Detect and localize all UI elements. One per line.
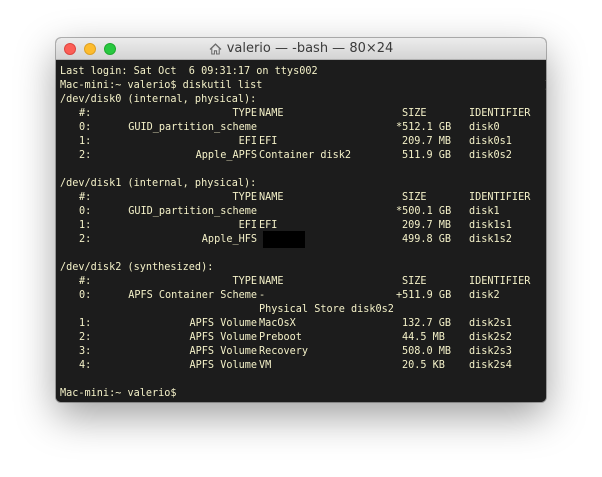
partition-row: 0: GUID_partition_scheme *500.1 GB disk1 — [60, 205, 542, 219]
partition-num: 2: — [79, 234, 92, 245]
partition-row: 2: Apple_HFS 499.8 GB disk1s2 — [60, 231, 542, 248]
partition-name: EFI — [259, 136, 278, 147]
partition-type: GUID_partition_scheme — [128, 206, 257, 217]
header-name: NAME — [259, 108, 284, 119]
partition-type: APFS Volume — [189, 360, 257, 371]
partition-type: APFS Volume — [189, 332, 257, 343]
command-line: Mac-mini:~ valerio$ diskutil list] — [60, 79, 546, 93]
partition-row: 0: APFS Container Scheme - +511.9 GB disk2 — [60, 289, 542, 303]
partition-num: 4: — [79, 360, 92, 371]
disk-header: /dev/disk0 (internal, physical): — [60, 94, 257, 105]
header-num: #: — [79, 276, 92, 287]
partition-name: Container disk2 — [259, 150, 352, 161]
partition-name: Recovery — [259, 346, 309, 357]
partition-identifier: disk0s1 — [469, 136, 512, 147]
header-identifier: IDENTIFIER — [469, 276, 531, 287]
header-size: SIZE — [402, 108, 427, 119]
selection-bracket: ] — [544, 79, 546, 93]
partition-size: +511.9 GB — [396, 290, 452, 301]
partition-num: 0: — [79, 122, 92, 133]
disk-header: /dev/disk1 (internal, physical): — [60, 178, 257, 189]
header-name: NAME — [259, 276, 284, 287]
partition-num: 2: — [79, 332, 92, 343]
partition-name: - — [259, 290, 266, 301]
partition-type: EFI — [238, 136, 257, 147]
partition-type: APFS Container Scheme — [128, 290, 257, 301]
partition-type: Apple_APFS — [195, 150, 257, 161]
partition-num: 3: — [79, 346, 92, 357]
partition-row: 2: Apple_APFS Container disk2 511.9 GB disk0… — [60, 149, 542, 163]
partition-row: Physical Store disk0s2 — [60, 303, 542, 317]
header-identifier: IDENTIFIER — [469, 108, 531, 119]
partition-size: 499.8 GB — [402, 234, 452, 245]
header-type: TYPE — [232, 276, 257, 287]
last-login-line: Last login: Sat Oct 6 09:31:17 on ttys00… — [60, 66, 318, 77]
partition-num: 2: — [79, 150, 92, 161]
partition-identifier: disk0s2 — [469, 150, 512, 161]
partition-identifier: disk2s4 — [469, 360, 512, 371]
column-headers: #: TYPE NAME SIZE IDENTIFIER — [60, 275, 542, 289]
terminal-output[interactable]: Last login: Sat Oct 6 09:31:17 on ttys00… — [56, 60, 546, 402]
partition-row: 2: APFS Volume Preboot 44.5 MB disk2s2 — [60, 331, 542, 345]
partition-name: Preboot — [259, 332, 302, 343]
partition-size: 209.7 MB — [402, 220, 452, 231]
partition-num: 1: — [79, 318, 92, 329]
partition-row: 0: GUID_partition_scheme *512.1 GB disk0 — [60, 121, 542, 135]
header-num: #: — [79, 108, 92, 119]
window-title: valerio — -bash — 80×24 — [226, 41, 394, 56]
command-text: Mac-mini:~ valerio$ diskutil list — [60, 80, 263, 91]
partition-size: 20.5 KB — [402, 360, 445, 371]
partition-identifier: disk2s3 — [469, 346, 512, 357]
partition-identifier: disk1s2 — [469, 234, 512, 245]
title-bar[interactable]: valerio — -bash — 80×24 — [56, 38, 546, 60]
partition-size: 511.9 GB — [402, 150, 452, 161]
partition-identifier: disk1s1 — [469, 220, 512, 231]
partition-identifier: disk2s1 — [469, 318, 512, 329]
partition-size: *512.1 GB — [396, 122, 452, 133]
partition-type: GUID_partition_scheme — [128, 122, 257, 133]
partition-identifier: disk2s2 — [469, 332, 512, 343]
partition-identifier: disk0 — [469, 122, 500, 133]
partition-size: 132.7 GB — [402, 318, 452, 329]
partition-type: EFI — [238, 220, 257, 231]
header-name: NAME — [259, 192, 284, 203]
redacted-name-block — [263, 231, 305, 248]
partition-identifier: disk1 — [469, 206, 500, 217]
header-type: TYPE — [232, 192, 257, 203]
final-prompt-line: Mac-mini:~ valerio$ — [60, 388, 177, 399]
partition-num: 0: — [79, 290, 92, 301]
partition-name: Physical Store disk0s2 — [259, 304, 394, 315]
partition-name: VM — [259, 360, 272, 371]
column-headers: #: TYPE NAME SIZE IDENTIFIER — [60, 191, 542, 205]
partition-num: 1: — [79, 220, 92, 231]
partition-type: Apple_HFS — [201, 234, 257, 245]
home-icon — [209, 42, 222, 55]
header-size: SIZE — [402, 276, 427, 287]
disk-header: /dev/disk2 (synthesized): — [60, 262, 214, 273]
partition-size: *500.1 GB — [396, 206, 452, 217]
header-size: SIZE — [402, 192, 427, 203]
header-num: #: — [79, 192, 92, 203]
partition-row: 1: APFS Volume MacOsX 132.7 GB disk2s1 — [60, 317, 542, 331]
partition-type: APFS Volume — [189, 318, 257, 329]
terminal-window[interactable]: valerio — -bash — 80×24 Last login: Sat … — [56, 38, 546, 402]
partition-identifier: disk2 — [469, 290, 500, 301]
partition-name: MacOsX — [259, 318, 296, 329]
partition-size: 508.0 MB — [402, 346, 452, 357]
partition-row: 1: EFI EFI 209.7 MB disk0s1 — [60, 135, 542, 149]
partition-type: APFS Volume — [189, 346, 257, 357]
partition-size: 44.5 MB — [402, 332, 445, 343]
partition-num: 0: — [79, 206, 92, 217]
column-headers: #: TYPE NAME SIZE IDENTIFIER — [60, 107, 542, 121]
partition-size: 209.7 MB — [402, 136, 452, 147]
header-type: TYPE — [232, 108, 257, 119]
partition-row: 3: APFS Volume Recovery 508.0 MB disk2s3 — [60, 345, 542, 359]
header-identifier: IDENTIFIER — [469, 192, 531, 203]
partition-row: 4: APFS Volume VM 20.5 KB disk2s4 — [60, 359, 542, 373]
partition-num: 1: — [79, 136, 92, 147]
window-title-wrap: valerio — -bash — 80×24 — [56, 38, 546, 59]
